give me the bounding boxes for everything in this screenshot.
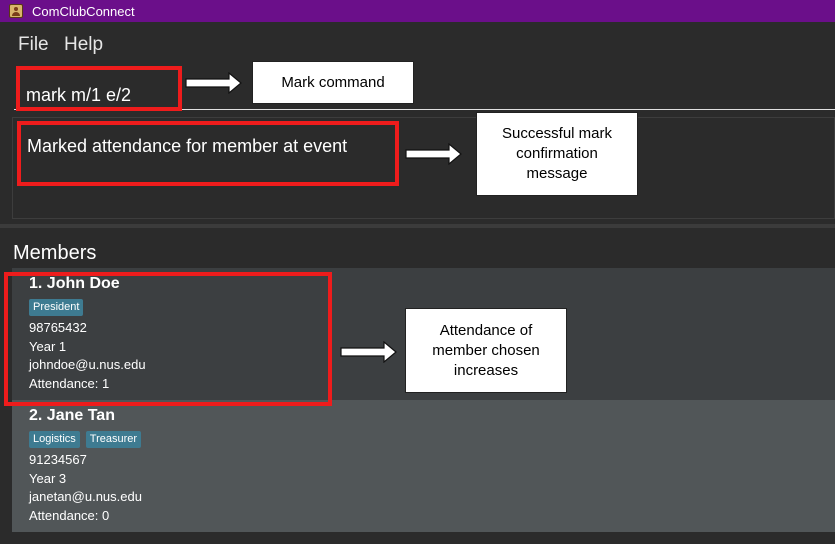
menu-bar: File Help	[0, 22, 835, 64]
members-heading: Members	[13, 242, 97, 264]
arrow-right-icon	[405, 143, 462, 165]
menu-file[interactable]: File	[18, 34, 49, 56]
member-name: 2. Jane Tan	[29, 407, 115, 424]
title-bar: ComClubConnect	[0, 0, 835, 22]
menu-help[interactable]: Help	[64, 34, 103, 56]
member-phone: 91234567	[29, 452, 87, 467]
member-highlight-box	[4, 272, 332, 406]
app-icon	[9, 4, 23, 18]
command-callout: Mark command	[252, 61, 414, 104]
result-callout: Successful mark confirmation message	[476, 112, 638, 196]
tag-badge: Logistics	[29, 431, 80, 448]
member-year: Year 3	[29, 471, 67, 486]
member-card[interactable]: 2. Jane Tan Logistics Treasurer 91234567…	[12, 400, 835, 532]
result-highlight-box	[17, 121, 399, 186]
member-tags: Logistics Treasurer	[29, 431, 142, 448]
member-attendance: Attendance: 0	[29, 508, 110, 523]
tag-badge: Treasurer	[85, 431, 142, 448]
member-email: janetan@u.nus.edu	[29, 489, 142, 504]
arrow-right-icon	[185, 72, 242, 94]
attendance-callout: Attendance of member chosen increases	[405, 308, 567, 393]
arrow-right-icon	[340, 341, 397, 363]
command-highlight-box	[16, 66, 182, 111]
window-title: ComClubConnect	[32, 3, 135, 19]
